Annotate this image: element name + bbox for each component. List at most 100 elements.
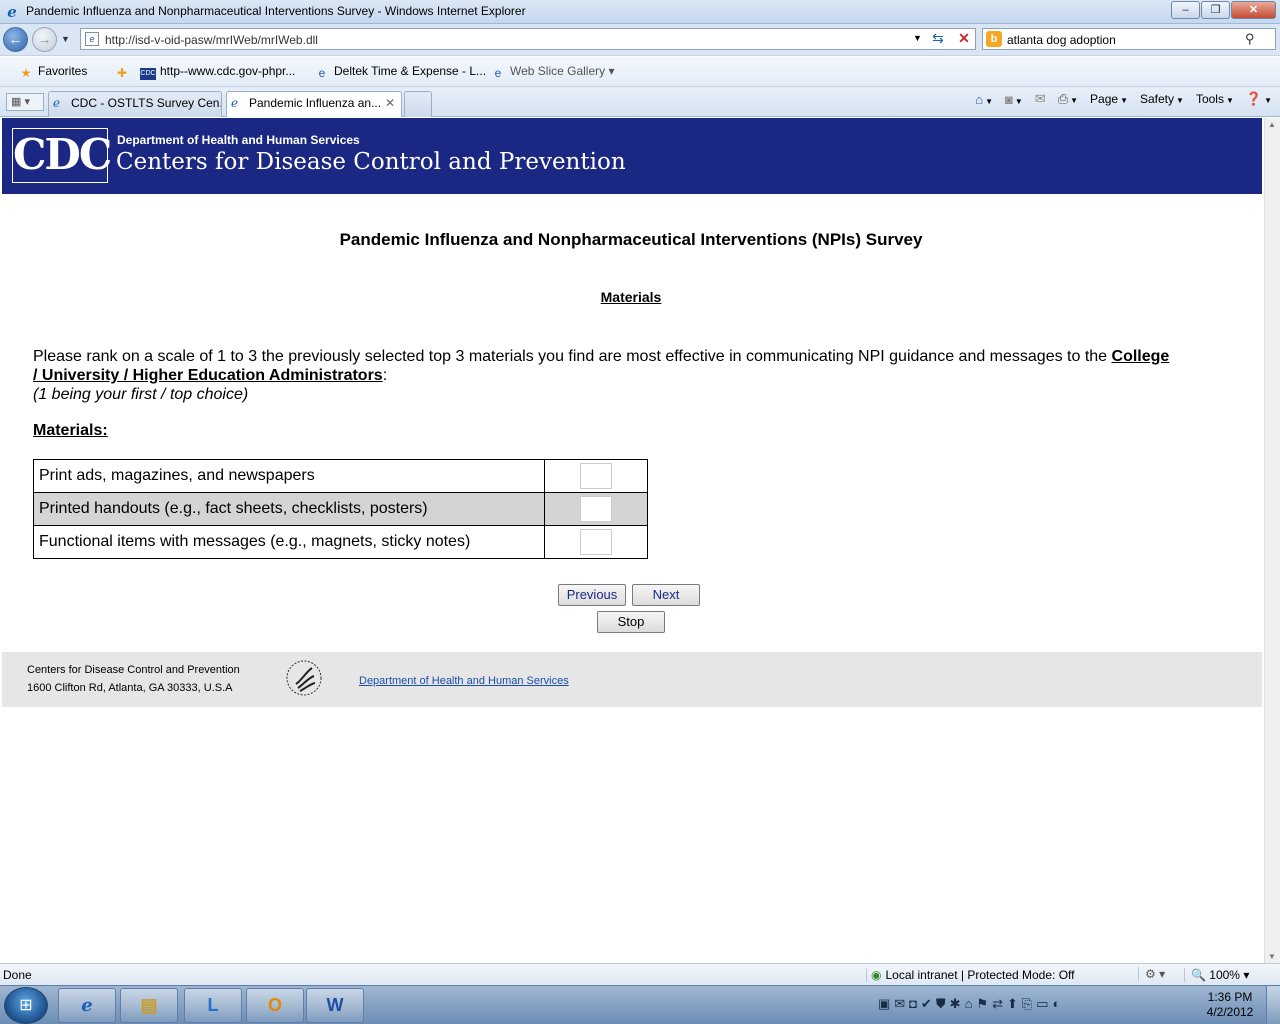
- minimize-button[interactable]: –: [1171, 1, 1200, 19]
- printer-icon: ⎙: [1057, 91, 1069, 106]
- page-footer: Centers for Disease Control and Preventi…: [2, 652, 1262, 707]
- rss-icon: ◙: [1005, 91, 1013, 107]
- table-row: Print ads, magazines, and newspapers: [33, 459, 648, 493]
- close-tab-icon[interactable]: ✕: [385, 92, 395, 114]
- feeds-button[interactable]: ◙ ▼: [1005, 92, 1023, 107]
- favorites-star-icon: ★: [20, 66, 32, 80]
- bing-icon: b: [986, 31, 1002, 47]
- section-title: Materials: [600, 289, 662, 305]
- question-prefix: Please rank on a scale of 1 to 3 the pre…: [33, 348, 1112, 365]
- url-text[interactable]: http://isd-v-oid-pasw/mrIWeb/mrIWeb.dll: [105, 33, 318, 47]
- footer-address: 1600 Clifton Rd, Atlanta, GA 30333, U.S.…: [27, 682, 233, 694]
- favorites-label: Favorites: [38, 64, 88, 78]
- favorite-item-deltek[interactable]: e Deltek Time & Expense - L...: [314, 64, 486, 80]
- taskbar-lync-icon[interactable]: L: [184, 988, 242, 1023]
- show-desktop-button[interactable]: [1266, 986, 1280, 1024]
- clock-time: 1:36 PM: [1207, 990, 1253, 1004]
- start-button[interactable]: ⊞: [4, 987, 48, 1024]
- security-zone-label: Local intranet | Protected Mode: Off: [885, 968, 1075, 982]
- page-icon: e: [85, 32, 99, 46]
- hhs-link[interactable]: Department of Health and Human Services: [359, 675, 569, 687]
- search-icon[interactable]: ⚲: [1245, 31, 1255, 47]
- cdc-logo[interactable]: CDC: [12, 128, 112, 183]
- address-toolbar: ← → ▼ e http://isd-v-oid-pasw/mrIWeb/mrI…: [0, 24, 1280, 56]
- tab-pandemic-survey[interactable]: e Pandemic Influenza an... ✕: [226, 91, 402, 117]
- windows-taskbar: ⊞ e ▤ L O W ▣✉◘✔⛊✱⌂⚑⇄⬆⎘▭◐ 1:36 PM 4/2/20…: [0, 985, 1280, 1024]
- mail-button[interactable]: ✉: [1035, 91, 1046, 107]
- ie-page-icon: e: [231, 96, 239, 110]
- question-note: (1 being your first / top choice): [33, 386, 249, 403]
- print-button[interactable]: ⎙ ▼: [1058, 91, 1078, 107]
- help-menu[interactable]: ❓ ▼: [1246, 91, 1272, 107]
- ie-page-icon: e: [53, 96, 61, 110]
- material-label: Print ads, magazines, and newspapers: [33, 459, 545, 493]
- stop-icon[interactable]: ✕: [953, 30, 975, 47]
- status-bar: Done ◉ Local intranet | Protected Mode: O…: [0, 963, 1280, 985]
- add-favorites-icon[interactable]: ✚: [114, 64, 134, 80]
- safety-menu[interactable]: Safety ▼: [1140, 92, 1184, 106]
- vertical-scrollbar[interactable]: ▲ ▼: [1264, 118, 1280, 963]
- rank-input-printed-handouts[interactable]: [580, 496, 612, 522]
- window-title: Pandemic Influenza and Nonpharmaceutical…: [26, 4, 526, 18]
- protected-mode-icon[interactable]: ⚙ ▾: [1138, 967, 1165, 981]
- materials-rank-table: Print ads, magazines, and newspapers Pri…: [33, 459, 648, 559]
- maximize-button[interactable]: ❐: [1201, 1, 1230, 19]
- clock-date: 4/2/2012: [1206, 1005, 1254, 1019]
- tab-label: CDC - OSTLTS Survey Cen...: [71, 96, 222, 110]
- system-tray[interactable]: ▣✉◘✔⛊✱⌂⚑⇄⬆⎘▭◐: [878, 996, 1064, 1012]
- recent-pages-dropdown-icon[interactable]: ▼: [61, 34, 70, 44]
- scroll-up-icon[interactable]: ▲: [1268, 120, 1276, 129]
- cdc-heading: Centers for Disease Control and Preventi…: [116, 149, 626, 175]
- zoom-control[interactable]: 🔍 100% ▾: [1184, 968, 1249, 982]
- rank-input-functional-items[interactable]: [580, 529, 612, 555]
- taskbar-explorer-icon[interactable]: ▤: [120, 988, 178, 1023]
- tab-cdc-ostlts[interactable]: e CDC - OSTLTS Survey Cen...: [48, 91, 222, 117]
- previous-button[interactable]: Previous: [558, 584, 626, 606]
- taskbar-ie-icon[interactable]: e: [58, 988, 116, 1023]
- favorites-bar: ★ Favorites ✚ CDC http--www.cdc.gov-phpr..…: [0, 57, 1280, 87]
- footer-org-name: Centers for Disease Control and Preventi…: [27, 664, 240, 676]
- home-button[interactable]: ⌂ ▼: [975, 92, 993, 107]
- stop-button[interactable]: Stop: [597, 611, 665, 633]
- taskbar-outlook-icon[interactable]: O: [246, 988, 304, 1023]
- zoom-level: 100%: [1209, 968, 1240, 982]
- tab-label: Pandemic Influenza an...: [249, 96, 382, 110]
- survey-title: Pandemic Influenza and Nonpharmaceutical…: [339, 230, 923, 249]
- page-menu-label: Page: [1090, 92, 1119, 106]
- search-field[interactable]: b atlanta dog adoption ⚲: [982, 28, 1276, 50]
- close-button[interactable]: ✕: [1231, 1, 1276, 19]
- internet-explorer-icon: e: [7, 3, 17, 21]
- hhs-heading: Department of Health and Human Services: [117, 133, 360, 147]
- quick-tabs-button[interactable]: ▦ ▾: [6, 93, 44, 111]
- page-menu[interactable]: Page ▼: [1090, 92, 1128, 106]
- refresh-icon[interactable]: ⇆: [927, 30, 949, 47]
- status-text: Done: [3, 968, 32, 982]
- favorite-item-web-slice[interactable]: e Web Slice Gallery ▾: [490, 64, 615, 80]
- tab-bar: ▦ ▾ e CDC - OSTLTS Survey Cen... e Pande…: [0, 87, 1280, 117]
- next-button[interactable]: Next: [632, 584, 700, 606]
- table-row: Functional items with messages (e.g., ma…: [33, 525, 648, 559]
- table-row: Printed handouts (e.g., fact sheets, che…: [33, 492, 648, 526]
- scroll-down-icon[interactable]: ▼: [1268, 952, 1276, 961]
- window-titlebar: e Pandemic Influenza and Nonpharmaceutic…: [0, 0, 1280, 24]
- ie-page-icon: e: [318, 66, 326, 80]
- security-zone[interactable]: ◉ Local intranet | Protected Mode: Off: [866, 968, 1074, 982]
- favorite-label: Web Slice Gallery: [510, 64, 606, 78]
- new-tab-button[interactable]: [404, 91, 432, 117]
- favorites-button[interactable]: ★ Favorites: [18, 64, 88, 80]
- back-button[interactable]: ←: [3, 27, 28, 52]
- favorite-item-cdc[interactable]: CDC http--www.cdc.gov-phpr...: [140, 64, 295, 80]
- favorite-label: http--www.cdc.gov-phpr...: [160, 64, 296, 78]
- home-icon: ⌂: [975, 91, 984, 107]
- forward-button[interactable]: →: [32, 27, 57, 52]
- search-query[interactable]: atlanta dog adoption: [1007, 33, 1116, 47]
- question-text: Please rank on a scale of 1 to 3 the pre…: [33, 347, 1173, 404]
- address-dropdown-icon[interactable]: ▼: [913, 33, 922, 43]
- tools-menu[interactable]: Tools ▼: [1196, 92, 1234, 106]
- tools-menu-label: Tools: [1195, 92, 1224, 106]
- taskbar-word-icon[interactable]: W: [306, 988, 364, 1023]
- command-bar: ⌂ ▼ ◙ ▼ ✉ ⎙ ▼ Page ▼ Safety ▼ Tools ▼ ❓ ▼: [963, 91, 1272, 107]
- address-field[interactable]: e http://isd-v-oid-pasw/mrIWeb/mrIWeb.dl…: [80, 28, 976, 50]
- rank-input-print-ads[interactable]: [580, 463, 612, 489]
- system-clock[interactable]: 1:36 PM 4/2/2012: [1200, 990, 1260, 1020]
